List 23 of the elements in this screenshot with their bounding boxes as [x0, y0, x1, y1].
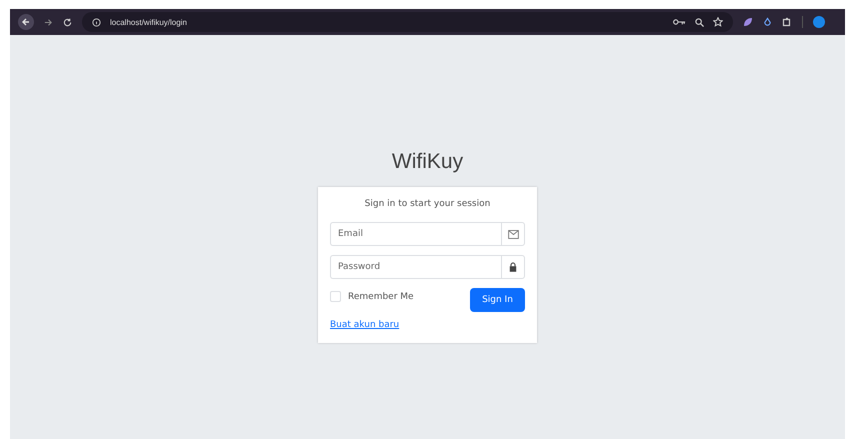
avatar-icon[interactable]	[813, 16, 825, 28]
address-bar[interactable]: localhost/wifikuy/login	[82, 12, 733, 32]
remember-checkbox[interactable]	[330, 291, 341, 302]
leaf-icon[interactable]	[743, 17, 753, 27]
sign-in-button[interactable]: Sign In	[470, 288, 525, 312]
info-icon[interactable]	[92, 18, 101, 26]
envelope-icon	[508, 230, 518, 238]
login-message: Sign in to start your session	[364, 199, 492, 209]
lock-icon	[509, 262, 517, 272]
star-icon[interactable]	[713, 17, 723, 27]
email-field[interactable]: Email	[330, 222, 501, 246]
url-text: localhost/wifikuy/login	[110, 18, 187, 26]
back-icon[interactable]	[18, 14, 34, 30]
zoom-icon[interactable]	[695, 18, 704, 26]
key-icon[interactable]	[673, 18, 686, 26]
register-link[interactable]: Buat akun baru	[330, 320, 400, 330]
remember-label: Remember Me	[348, 292, 414, 302]
app-logo: WifiKuy	[392, 150, 464, 174]
drop-icon[interactable]	[763, 17, 772, 27]
forward-icon[interactable]	[44, 18, 53, 26]
password-field[interactable]: Password	[330, 255, 501, 279]
reload-icon[interactable]	[63, 18, 72, 26]
puzzle-icon[interactable]	[782, 17, 792, 27]
